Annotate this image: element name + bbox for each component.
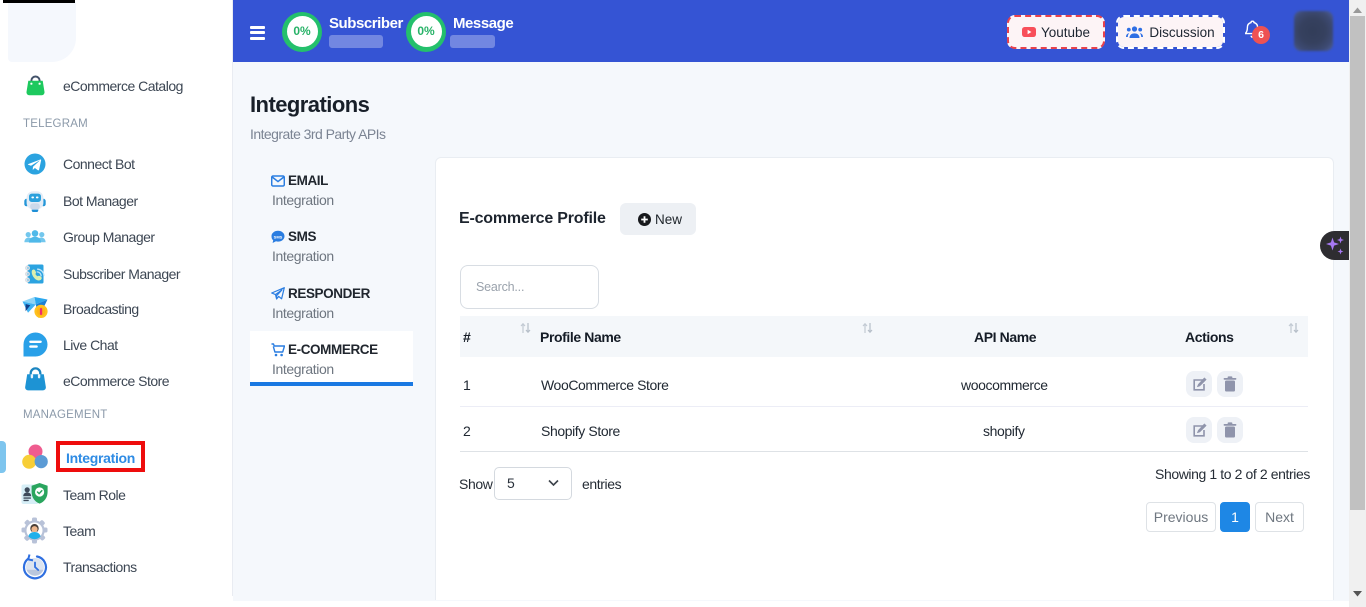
- svg-text:SMS: SMS: [274, 234, 283, 239]
